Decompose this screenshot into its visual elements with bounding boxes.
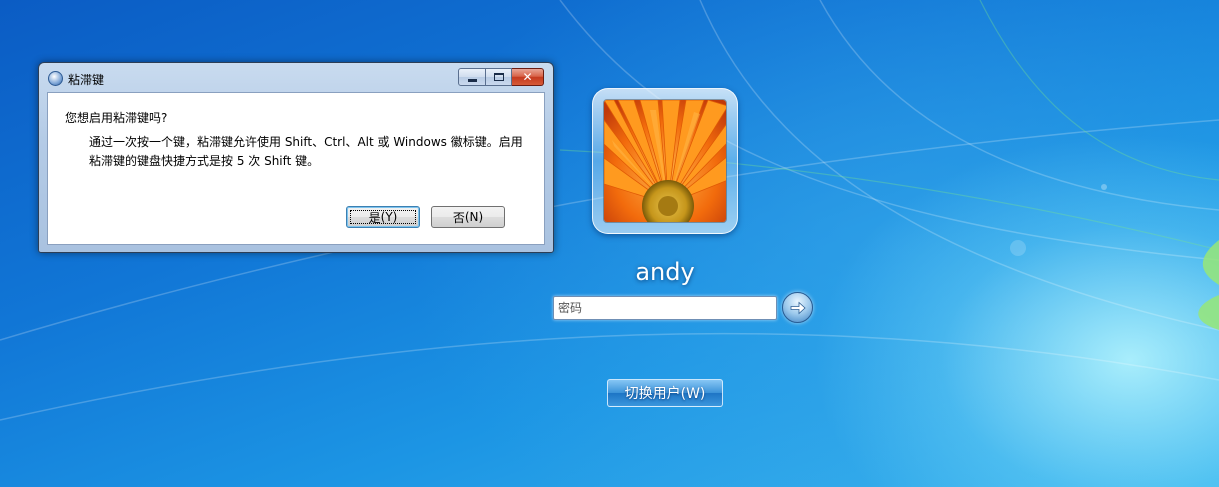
- window-controls: ✕: [458, 68, 544, 87]
- wallpaper-leaf: [1198, 240, 1219, 330]
- accessibility-icon: [48, 71, 63, 86]
- submit-button[interactable]: [782, 292, 813, 323]
- password-input[interactable]: [553, 296, 777, 320]
- maximize-icon: [493, 73, 504, 81]
- switch-user-button[interactable]: 切换用户(W): [607, 379, 723, 407]
- username: andy: [635, 258, 695, 286]
- arrow-right-icon: [790, 301, 806, 314]
- no-accelerator: (N): [464, 210, 484, 224]
- avatar-image: [603, 99, 727, 223]
- yes-label: 是: [368, 210, 381, 225]
- dialog-content: 您想启用粘滞键吗? 通过一次按一个键，粘滞键允许使用 Shift、Ctrl、Al…: [47, 92, 545, 245]
- dialog-title: 粘滞键: [68, 73, 105, 87]
- close-icon: ✕: [522, 70, 533, 84]
- user-avatar: [592, 88, 738, 234]
- flower-picture: [604, 100, 726, 222]
- close-button[interactable]: ✕: [512, 68, 544, 86]
- minimize-icon: [467, 79, 477, 82]
- sticky-keys-dialog: 粘滞键 ✕ 您想启用粘滞键吗? 通过一次按一个键，粘滞键允许使用 Shift、C…: [38, 62, 554, 253]
- yes-accelerator: (Y): [380, 210, 398, 224]
- no-button[interactable]: 否 (N): [431, 206, 505, 228]
- yes-button[interactable]: 是 (Y): [346, 206, 420, 228]
- maximize-button[interactable]: [486, 68, 512, 86]
- no-label: 否: [452, 210, 465, 225]
- dialog-titlebar[interactable]: 粘滞键 ✕: [39, 63, 553, 92]
- minimize-button[interactable]: [458, 68, 486, 86]
- dialog-question: 您想启用粘滞键吗?: [65, 111, 168, 125]
- dialog-message: 通过一次按一个键，粘滞键允许使用 Shift、Ctrl、Alt 或 Window…: [89, 135, 523, 168]
